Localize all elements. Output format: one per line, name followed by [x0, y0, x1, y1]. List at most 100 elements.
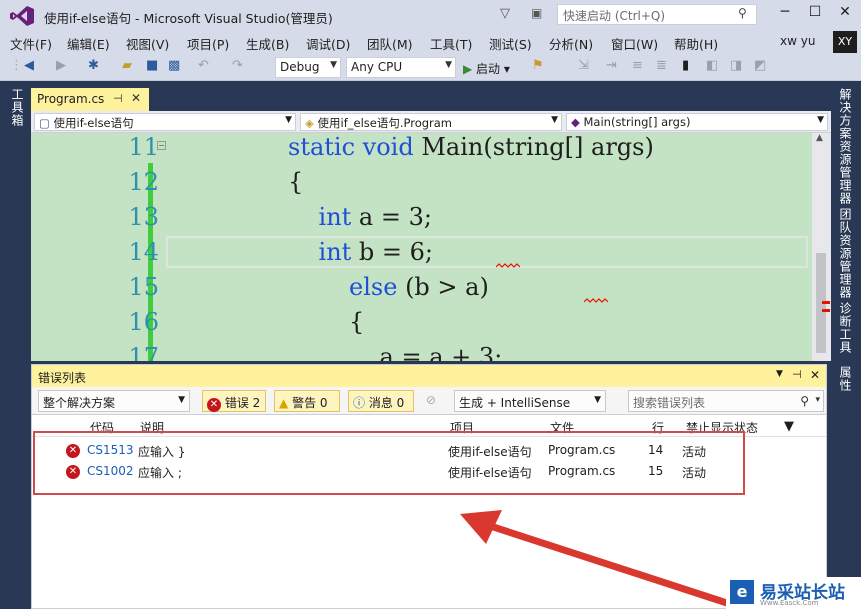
- code-line: else (b > a): [288, 273, 489, 301]
- code-editor[interactable]: − 11 12 13 14 15 16 17 static void Main(…: [31, 133, 812, 361]
- menu-project[interactable]: 项目(P): [187, 34, 229, 53]
- clear-filter-icon[interactable]: ⊘: [426, 393, 436, 407]
- diagnostic-tools-tab[interactable]: 诊断工具: [837, 302, 854, 354]
- avatar[interactable]: XY: [833, 31, 857, 53]
- panel-menu-icon[interactable]: ▼: [776, 369, 783, 379]
- code-text: a = a + 3;: [379, 343, 503, 361]
- error-list-title: 错误列表: [38, 371, 87, 385]
- method-icon: ◆: [571, 115, 584, 129]
- search-icon: ⚲: [738, 6, 747, 20]
- member-dropdown[interactable]: ◆ Main(string[] args) ▼: [566, 113, 828, 131]
- menu-build[interactable]: 生成(B): [246, 34, 289, 53]
- redo-icon[interactable]: ↷: [232, 58, 243, 73]
- errors-count-label: 错误 2: [224, 396, 261, 410]
- comment-icon[interactable]: ≡: [632, 58, 643, 73]
- maximize-button[interactable]: ☐: [801, 4, 829, 26]
- forward-icon[interactable]: ▶: [56, 58, 66, 73]
- line-number: 13: [128, 203, 159, 231]
- line-number: 16: [128, 308, 159, 336]
- clear-bookmarks-icon[interactable]: ◩: [754, 58, 766, 73]
- solution-explorer-tab[interactable]: 解决方案资源管理器: [837, 88, 854, 205]
- user-name[interactable]: xw yu: [780, 34, 815, 48]
- menu-analyze[interactable]: 分析(N): [549, 34, 593, 53]
- build-filter-select[interactable]: 生成 + IntelliSense ▼: [454, 390, 606, 412]
- save-all-icon[interactable]: ▩: [168, 58, 180, 73]
- pin-icon[interactable]: ⊣: [792, 368, 802, 381]
- project-dropdown-value: 使用if-else语句: [53, 116, 134, 130]
- next-bookmark-icon[interactable]: ◨: [730, 58, 742, 73]
- menu-help[interactable]: 帮助(H): [674, 34, 718, 53]
- annotation-arrow: [460, 510, 734, 608]
- step-into-icon[interactable]: ⇲: [578, 58, 589, 73]
- menu-window[interactable]: 窗口(W): [611, 34, 658, 53]
- error-icon: ✕: [207, 398, 221, 412]
- menu-tools[interactable]: 工具(T): [430, 34, 472, 53]
- info-icon: ⓘ: [353, 396, 366, 410]
- bookmark-icon[interactable]: ▮: [682, 58, 689, 73]
- line-number: 17: [128, 343, 159, 361]
- close-button[interactable]: ✕: [831, 4, 859, 26]
- chevron-down-icon: ▼: [817, 115, 824, 125]
- back-icon[interactable]: ◀: [24, 58, 34, 73]
- code-line: {: [288, 308, 364, 336]
- chevron-down-icon: ▼: [594, 395, 601, 405]
- menu-file[interactable]: 文件(F): [10, 34, 52, 53]
- close-panel-icon[interactable]: ✕: [810, 368, 820, 382]
- undo-icon[interactable]: ↶: [198, 58, 209, 73]
- minimize-button[interactable]: ─: [771, 4, 799, 26]
- code-line: {: [288, 168, 303, 196]
- solution-configuration-select[interactable]: Debug ▼: [275, 57, 341, 78]
- close-tab-icon[interactable]: ✕: [131, 91, 141, 105]
- watermark-subtext: Www.Easck.Com: [760, 599, 819, 607]
- quick-launch-input[interactable]: 快速启动 (Ctrl+Q): [557, 4, 757, 25]
- prev-bookmark-icon[interactable]: ◧: [706, 58, 718, 73]
- scope-select[interactable]: 整个解决方案 ▼: [38, 390, 190, 412]
- type-dropdown-value: 使用if_else语句.Program: [317, 116, 453, 130]
- filter-icon[interactable]: ▼: [784, 419, 794, 434]
- menu-team[interactable]: 团队(M): [367, 34, 413, 53]
- warnings-toggle-button[interactable]: ▲ 警告 0: [274, 390, 340, 412]
- error-marker: [822, 309, 830, 312]
- messages-count-label: 消息 0: [368, 396, 405, 410]
- type-dropdown[interactable]: ◈ 使用if_else语句.Program ▼: [300, 113, 562, 131]
- feedback-icon[interactable]: ▣: [531, 6, 542, 20]
- notification-filter-icon[interactable]: ▽: [500, 6, 510, 21]
- line-number: 12: [128, 168, 159, 196]
- browser-link-icon[interactable]: ⚑: [532, 58, 544, 73]
- editor-vertical-scrollbar[interactable]: ▲: [812, 133, 831, 361]
- error-search-input[interactable]: 搜索错误列表 ⚲ ▾: [628, 390, 824, 412]
- menu-debug[interactable]: 调试(D): [306, 34, 350, 53]
- save-icon[interactable]: ■: [146, 58, 158, 73]
- pin-icon[interactable]: ⊣: [113, 92, 123, 105]
- project-dropdown[interactable]: ▢ 使用if-else语句 ▼: [34, 113, 296, 131]
- chevron-down-icon: ▼: [330, 60, 337, 70]
- open-file-icon[interactable]: ▰: [122, 58, 132, 73]
- properties-tab[interactable]: 属性: [837, 366, 854, 392]
- menu-view[interactable]: 视图(V): [126, 34, 169, 53]
- chevron-down-icon: ▼: [285, 115, 292, 125]
- step-over-icon[interactable]: ⇥: [606, 58, 617, 73]
- start-label: 启动: [476, 62, 501, 76]
- code-line: int b = 6;: [288, 238, 434, 266]
- new-project-icon[interactable]: ✱: [88, 58, 99, 73]
- start-button[interactable]: ▶ 启动 ▾: [463, 60, 510, 77]
- menu-test[interactable]: 测试(S): [489, 34, 532, 53]
- chevron-down-icon: ▼: [178, 395, 185, 405]
- solution-platform-select[interactable]: Any CPU ▼: [346, 57, 456, 78]
- messages-toggle-button[interactable]: ⓘ 消息 0: [348, 390, 414, 412]
- chevron-down-icon: ▼: [551, 115, 558, 125]
- watermark-logo-icon: e: [730, 580, 754, 604]
- document-tab-program[interactable]: Program.cs ⊣ ✕: [31, 88, 149, 111]
- scroll-up-icon[interactable]: ▲: [816, 133, 823, 143]
- team-explorer-tab[interactable]: 团队资源管理器: [837, 208, 854, 299]
- menu-edit[interactable]: 编辑(E): [67, 34, 110, 53]
- member-dropdown-value: Main(string[] args): [583, 115, 691, 129]
- code-text: {: [288, 168, 304, 196]
- uncomment-icon[interactable]: ≣: [656, 58, 667, 73]
- errors-toggle-button[interactable]: ✕ 错误 2: [202, 390, 266, 412]
- class-icon: ◈: [305, 116, 318, 130]
- toolbox-tab[interactable]: 工具箱: [9, 88, 26, 127]
